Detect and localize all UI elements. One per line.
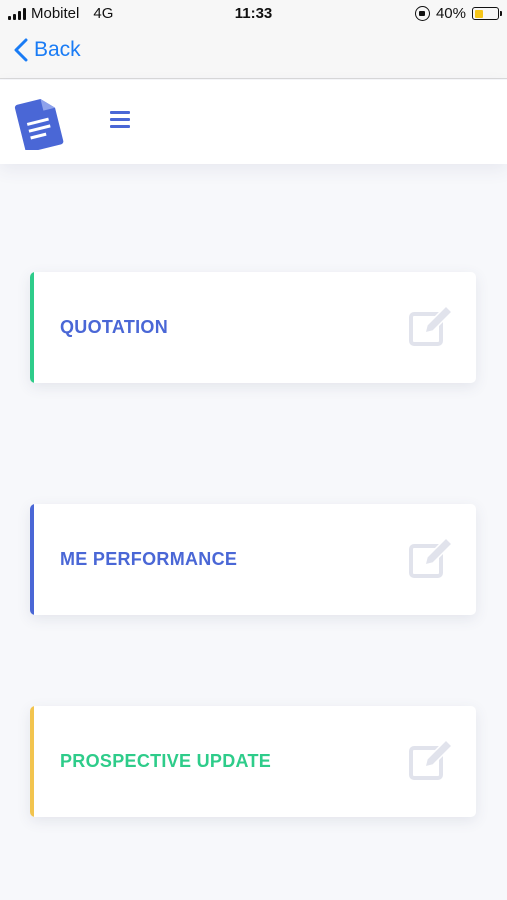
card-title: QUOTATION xyxy=(60,317,169,337)
edit-icon[interactable] xyxy=(408,740,454,782)
card-accent xyxy=(30,272,34,383)
status-bar: Mobitel 4G 11:33 40% xyxy=(0,0,507,28)
card-quotation[interactable]: QUOTATION xyxy=(30,272,476,383)
card-title: PROSPECTIVE UPDATE xyxy=(60,751,272,771)
document-icon xyxy=(14,98,64,150)
card-accent xyxy=(30,504,34,615)
status-right: 40% xyxy=(414,5,502,22)
edit-icon[interactable] xyxy=(408,538,454,580)
rotation-lock-icon xyxy=(414,6,430,21)
hamburger-menu-icon[interactable] xyxy=(110,111,130,129)
app-header xyxy=(0,80,507,164)
card-me-performance[interactable]: ME PERFORMANCE xyxy=(30,504,476,615)
chevron-left-icon xyxy=(14,38,28,62)
back-label: Back xyxy=(34,38,81,61)
edit-icon[interactable] xyxy=(408,306,454,348)
battery-fill xyxy=(474,9,484,18)
battery-percent: 40% xyxy=(435,5,466,22)
back-button[interactable]: Back xyxy=(14,38,81,62)
battery-icon xyxy=(472,7,502,20)
card-prospective-update[interactable]: PROSPECTIVE UPDATE xyxy=(30,706,476,817)
card-accent xyxy=(30,706,34,817)
navigation-bar: Back xyxy=(0,28,507,79)
card-title: ME PERFORMANCE xyxy=(60,549,238,569)
